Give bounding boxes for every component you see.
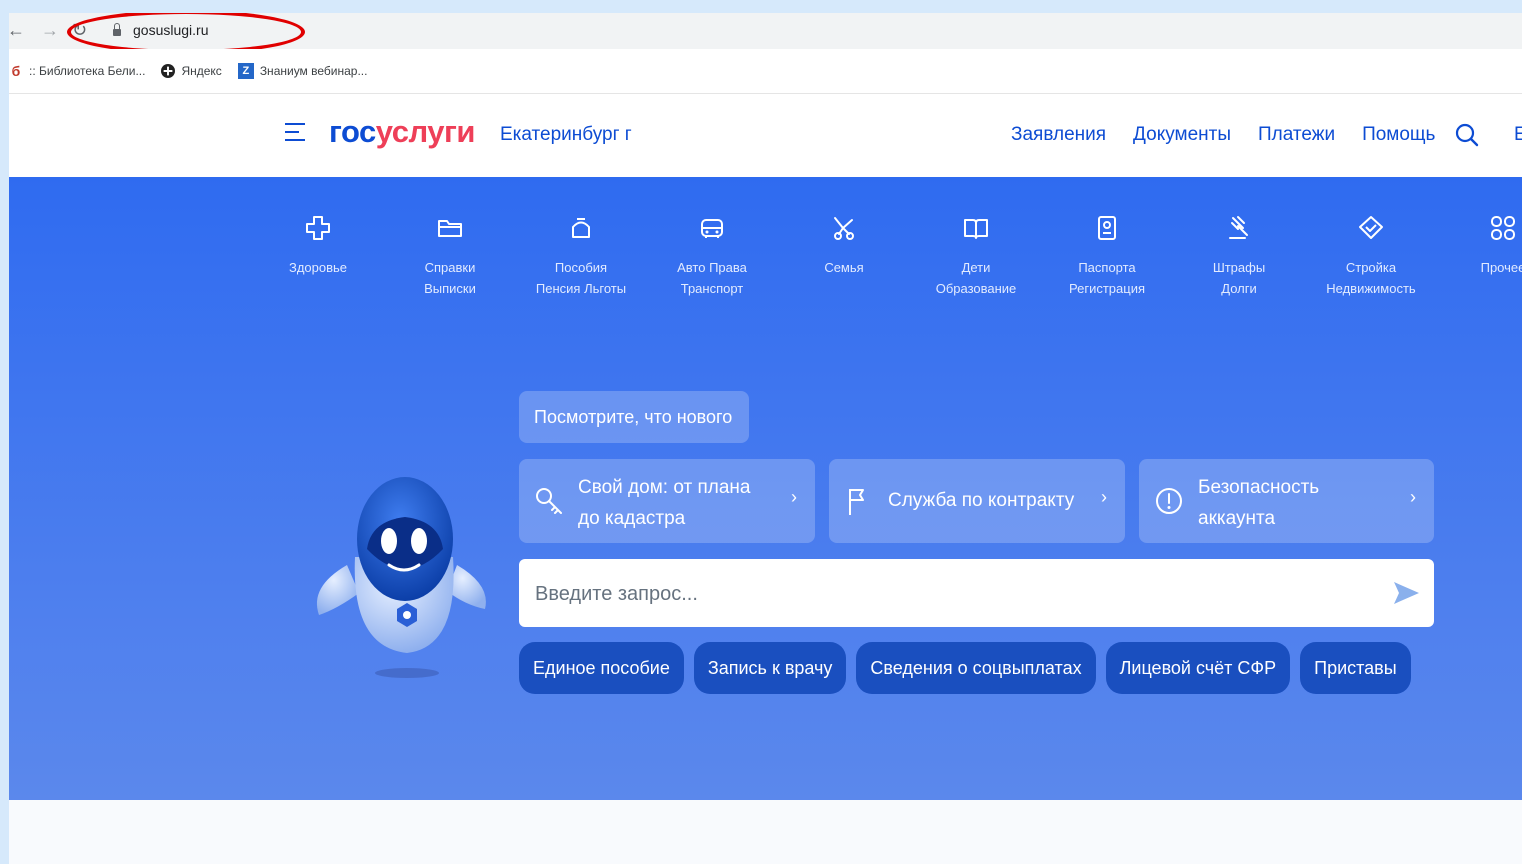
category-label-2: Выписки (424, 281, 476, 296)
whats-new-button[interactable]: Посмотрите, что нового (519, 391, 749, 443)
bookmark-label: Яндекс (181, 64, 222, 78)
category-health[interactable]: Здоровье (253, 199, 383, 278)
logo-part-2: услуги (375, 114, 476, 149)
chip-social-payments[interactable]: Сведения о соцвыплатах (856, 642, 1096, 694)
page-bottom-area (9, 800, 1522, 864)
chip-sfr-account[interactable]: Лицевой счёт СФР (1105, 642, 1291, 694)
wallet-icon (567, 214, 595, 242)
chip-bailiffs[interactable]: Приставы (1300, 642, 1411, 694)
category-label: Справки (424, 260, 476, 275)
site-header: госуслуги Екатеринбург г Заявления Докум… (9, 94, 1522, 176)
book-icon (962, 214, 990, 242)
card-line-1: Безопасность (1198, 477, 1320, 498)
house-icon (1357, 214, 1385, 242)
chip-doctor-appointment[interactable]: Запись к врачу (693, 642, 847, 694)
card-text: Безопасность аккаунта (1198, 472, 1319, 534)
category-label: Штрафы (1212, 260, 1266, 275)
card-text: Служба по контракту (888, 485, 1074, 516)
category-passports[interactable]: Паспорта Регистрация (1042, 199, 1172, 299)
category-label: Пособия (554, 260, 608, 275)
category-label: Стройка (1345, 260, 1397, 275)
bookmarks-bar: б :: Библиотека Бели... Яндекс Z Знаниум… (9, 49, 1522, 94)
category-label: Здоровье (288, 260, 348, 275)
back-arrow-icon[interactable]: ← (9, 20, 25, 40)
logo-part-1: гос (329, 114, 376, 149)
folder-icon (436, 214, 464, 242)
category-fines[interactable]: Штрафы Долги (1174, 199, 1304, 299)
znanium-z-icon: Z (237, 63, 254, 79)
nav-documents[interactable]: Документы (1133, 124, 1231, 146)
forward-arrow-icon[interactable]: → (41, 20, 59, 40)
nav-help[interactable]: Помощь (1362, 124, 1435, 146)
nav-payments[interactable]: Платежи (1258, 124, 1335, 146)
robot-assistant-icon[interactable] (307, 477, 489, 687)
category-label-2: Долги (1221, 281, 1257, 296)
top-nav: Заявления Документы Платежи Помощь (1011, 124, 1462, 146)
category-label-2: Транспорт (680, 281, 744, 296)
chevron-right-icon: › (791, 487, 797, 507)
card-line-1: Свой дом: от плана (578, 477, 751, 498)
category-family[interactable]: Семья (779, 199, 909, 278)
nav-applications[interactable]: Заявления (1011, 124, 1106, 146)
yandex-icon (161, 64, 176, 78)
red-highlight-ellipse (67, 13, 305, 54)
category-label: Семья (824, 260, 864, 275)
category-label: Прочее (1480, 260, 1522, 275)
card-line-2: до кадастра (578, 508, 686, 529)
grid-icon (1489, 214, 1517, 242)
category-label-2: Образование (935, 281, 1017, 296)
send-arrow-icon[interactable] (1392, 579, 1420, 607)
burger-menu-icon[interactable] (285, 123, 305, 147)
search-input[interactable] (533, 559, 1377, 629)
health-cross-icon (304, 214, 332, 242)
category-label: Дети (961, 260, 991, 275)
alert-icon (1156, 488, 1182, 514)
browser-address-bar: ← → ↻ gosuslugi.ru (9, 13, 1522, 54)
page-frame: ← → ↻ gosuslugi.ru б :: Библиотека Бели.… (9, 13, 1522, 864)
nav-cut-item[interactable]: Е (1514, 124, 1522, 146)
quick-chips: Единое пособие Запись к врачу Сведения о… (519, 642, 1421, 694)
bookmark-label: Знаниум вебинар... (259, 64, 368, 78)
category-benefits[interactable]: Пособия Пенсия Льготы (516, 199, 646, 299)
flag-icon (849, 489, 864, 515)
library-b-icon: б (11, 63, 21, 79)
chip-unified-allowance[interactable]: Единое пособие (519, 642, 684, 694)
car-icon (698, 214, 726, 242)
gavel-icon (1225, 214, 1253, 242)
category-label: Паспорта (1078, 260, 1136, 275)
bookmark-znanium[interactable]: Z Знаниум вебинар... (237, 63, 368, 79)
key-icon (536, 488, 562, 514)
category-construction[interactable]: Стройка Недвижимость (1306, 199, 1436, 299)
passport-icon (1093, 214, 1121, 242)
category-label-2: Недвижимость (1326, 281, 1416, 296)
card-line-1: Служба по контракту (888, 490, 1075, 511)
chevron-right-icon: › (1101, 487, 1107, 507)
hero-section: Здоровье Справки Выписки Пособия Пенсия … (9, 177, 1522, 800)
gosuslugi-logo[interactable]: госуслуги (329, 114, 475, 150)
card-line-2: аккаунта (1198, 508, 1276, 529)
category-other[interactable]: Прочее (1438, 199, 1522, 278)
card-text: Свой дом: от плана до кадастра (578, 472, 750, 534)
category-children[interactable]: Дети Образование (911, 199, 1041, 299)
category-certificates[interactable]: Справки Выписки (385, 199, 515, 299)
category-label-2: Регистрация (1069, 281, 1145, 296)
card-contract-service[interactable]: Служба по контракту › (829, 459, 1125, 543)
category-label-2: Пенсия Льготы (535, 281, 627, 296)
chevron-right-icon: › (1410, 487, 1416, 507)
bookmark-library[interactable]: б :: Библиотека Бели... (9, 63, 146, 79)
search-box (519, 559, 1434, 629)
bookmark-label: :: Библиотека Бели... (29, 64, 146, 78)
category-label: Авто Права (677, 260, 747, 275)
category-auto[interactable]: Авто Права Транспорт (647, 199, 777, 299)
card-own-house[interactable]: Свой дом: от плана до кадастра › (519, 459, 815, 543)
card-account-security[interactable]: Безопасность аккаунта › (1139, 459, 1434, 543)
bookmark-yandex[interactable]: Яндекс (161, 64, 222, 78)
stroller-icon (830, 214, 858, 242)
city-selector[interactable]: Екатеринбург г (500, 124, 632, 146)
search-icon[interactable] (1455, 123, 1479, 147)
